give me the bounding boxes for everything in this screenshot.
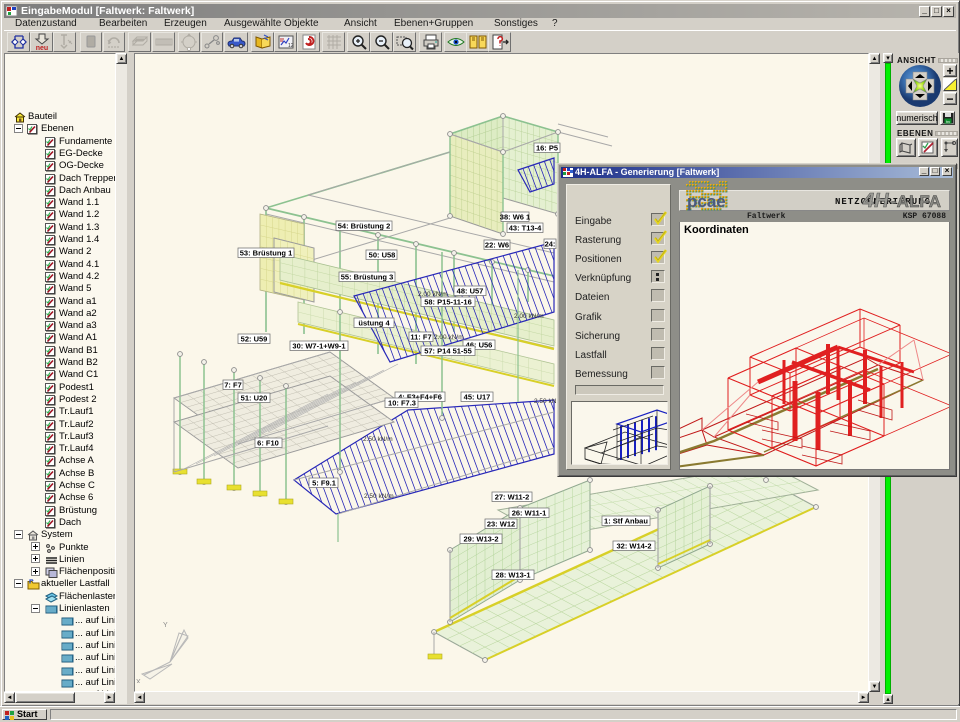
svg-text:58: P15-11-16: 58: P15-11-16 (424, 297, 472, 306)
svg-text:2.00 kN/m: 2.00 kN/m (434, 334, 464, 341)
svg-text:2.50 kN/m: 2.50 kN/m (364, 493, 394, 500)
svg-text:2.00 kN/m: 2.00 kN/m (418, 291, 448, 298)
svg-text:Y: Y (163, 622, 168, 629)
svg-text:10: F7.3: 10: F7.3 (388, 398, 416, 407)
svg-text:1: Stf Anbau: 1: Stf Anbau (604, 516, 648, 525)
svg-text:6: F10: 6: F10 (257, 438, 279, 447)
svg-text:43: T13-4: 43: T13-4 (509, 223, 542, 232)
svg-text:51: U20: 51: U20 (241, 393, 268, 402)
svg-text:24:: 24: (545, 239, 556, 248)
svg-text:hv: hv (945, 119, 949, 124)
svg-text:2.00 kN/m: 2.00 kN/m (514, 313, 544, 320)
svg-text:45: U17: 45: U17 (464, 392, 491, 401)
svg-text:-ALFA: -ALFA (891, 192, 941, 211)
svg-text:X: X (136, 679, 141, 683)
svg-text:12: 12 (288, 43, 294, 49)
svg-text:4H: 4H (862, 190, 889, 212)
svg-text:11: F7: 11: F7 (410, 332, 431, 341)
svg-text:52: U59: 52: U59 (241, 334, 268, 343)
svg-text:53: Brüstung 1: 53: Brüstung 1 (240, 248, 293, 257)
svg-text:26: W11-1: 26: W11-1 (512, 508, 547, 517)
svg-text:22: W6: 22: W6 (485, 240, 509, 249)
svg-text:55: Brüstung 3: 55: Brüstung 3 (341, 272, 394, 281)
svg-text:2.50 kN: 2.50 kN (534, 398, 557, 405)
svg-text:30: W7-1+W9-1: 30: W7-1+W9-1 (292, 341, 345, 350)
svg-text:32: W14-2: 32: W14-2 (616, 541, 651, 550)
svg-text:57: P14 51-55: 57: P14 51-55 (424, 346, 472, 355)
svg-text:23: W12: 23: W12 (487, 519, 515, 528)
svg-text:48: U57: 48: U57 (457, 286, 484, 295)
svg-text:pcae: pcae (687, 192, 726, 211)
svg-text:28: W13-1: 28: W13-1 (495, 570, 530, 579)
svg-text:neu: neu (35, 45, 47, 51)
svg-text:50: U58: 50: U58 (369, 250, 396, 259)
svg-text:16: P5: 16: P5 (536, 143, 558, 152)
svg-text:29: W13-2: 29: W13-2 (463, 534, 498, 543)
svg-text:5: F9.1: 5: F9.1 (312, 478, 336, 487)
svg-text:2.50 kN/m: 2.50 kN/m (363, 436, 393, 443)
svg-text:54: Brüstung 2: 54: Brüstung 2 (338, 221, 391, 230)
svg-text:27: W11-2: 27: W11-2 (495, 492, 530, 501)
svg-text:üstung 4: üstung 4 (358, 318, 390, 327)
svg-text:7: F7: 7: F7 (224, 380, 242, 389)
svg-text:38: W6 1: 38: W6 1 (500, 212, 530, 221)
